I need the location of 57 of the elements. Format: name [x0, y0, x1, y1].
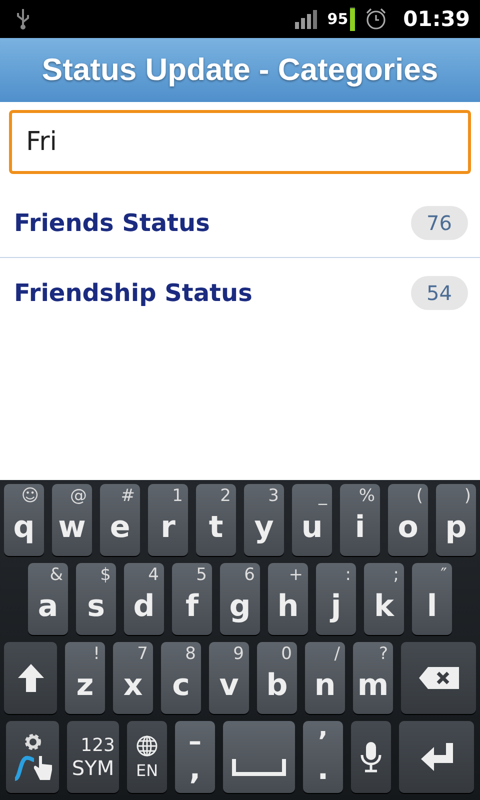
backspace-key[interactable] [401, 642, 476, 714]
search-field[interactable]: Fri [9, 110, 471, 174]
letter-key[interactable]: 6 g [220, 563, 260, 635]
backspace-icon [418, 666, 460, 690]
microphone-icon [360, 741, 382, 773]
letter-key[interactable]: 3 y [244, 484, 284, 556]
category-name: Friendship Status [14, 279, 254, 307]
category-item[interactable]: Friendship Status 54 [0, 258, 480, 328]
letter-key[interactable]: 9 v [209, 642, 249, 714]
alarm-clock-icon [365, 8, 388, 30]
letter-key[interactable]: 0 b [257, 642, 297, 714]
microphone-key[interactable] [351, 721, 391, 793]
symbols-key[interactable]: 123 SYM [67, 721, 119, 793]
letter-key[interactable]: 2 t [196, 484, 236, 556]
letter-key[interactable]: # e [100, 484, 140, 556]
letter-key[interactable]: : j [316, 563, 356, 635]
letter-key[interactable]: % i [340, 484, 380, 556]
letter-key[interactable]: 5 f [172, 563, 212, 635]
count-badge: 54 [410, 276, 468, 310]
settings-key[interactable] [6, 721, 59, 793]
letter-key[interactable]: ☺ q [4, 484, 44, 556]
language-key[interactable]: EN [127, 721, 167, 793]
battery-icon [350, 7, 356, 31]
clock-time: 01:39 [403, 7, 470, 31]
count-badge: 76 [410, 206, 468, 240]
usb-icon [16, 8, 30, 30]
letter-key[interactable]: 7 x [113, 642, 153, 714]
shift-key[interactable] [4, 642, 57, 714]
letter-key[interactable]: + h [268, 563, 308, 635]
globe-icon [136, 734, 158, 756]
letter-key[interactable]: ) p [436, 484, 476, 556]
category-name: Friends Status [14, 208, 211, 236]
letter-key[interactable]: 1 r [148, 484, 188, 556]
category-item[interactable]: Friends Status 76 [0, 188, 480, 258]
letter-key[interactable]: & a [28, 563, 68, 635]
punctuation-key[interactable]: ’ . [303, 721, 343, 793]
letter-key[interactable]: $ s [76, 563, 116, 635]
letter-key[interactable]: / n [305, 642, 345, 714]
space-icon [232, 758, 286, 776]
letter-key[interactable]: ( o [388, 484, 428, 556]
signal-icon [295, 9, 318, 29]
letter-key[interactable]: _ u [292, 484, 332, 556]
letter-key[interactable]: ! z [65, 642, 105, 714]
enter-icon [420, 742, 454, 772]
enter-key[interactable] [399, 721, 474, 793]
letter-key[interactable]: ″ l [412, 563, 452, 635]
letter-key[interactable]: ? m [353, 642, 393, 714]
space-key[interactable] [223, 721, 295, 793]
letter-key[interactable]: @ w [52, 484, 92, 556]
letter-key[interactable]: ; k [364, 563, 404, 635]
screen-title: Status Update - Categories [42, 52, 438, 88]
settings-icon [22, 732, 42, 752]
letter-key[interactable]: 4 d [124, 563, 164, 635]
battery-percent: 95 [327, 10, 348, 28]
letter-key[interactable]: 8 c [161, 642, 201, 714]
shift-icon [16, 663, 44, 693]
punctuation-key[interactable]: – , [175, 721, 215, 793]
